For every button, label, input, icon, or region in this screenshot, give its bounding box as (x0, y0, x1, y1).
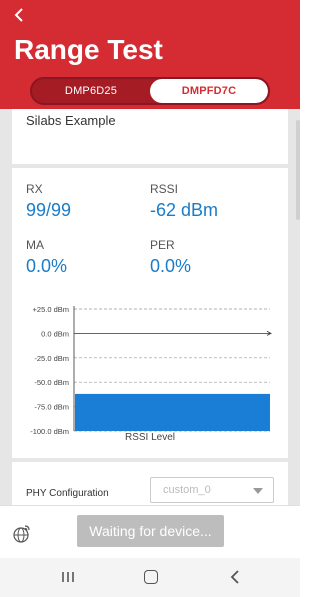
rx-value: 99/99 (26, 200, 72, 220)
scrollbar[interactable] (296, 120, 300, 220)
stats-card: RX 99/99 RSSI -62 dBm MA 0.0% PER 0.0% +… (12, 168, 288, 458)
waiting-for-device-button[interactable]: Waiting for device... (77, 515, 224, 547)
tab-dmpfd7c[interactable]: DMPFD7C (150, 79, 268, 103)
rssi-bar (75, 393, 270, 431)
rssi-value: -62 dBm (150, 200, 219, 220)
rssi-chart: +25.0 dBm 0.0 dBm -25.0 dBm -50.0 dBm -75.0 … (30, 305, 272, 436)
rssi-label: RSSI (150, 182, 179, 196)
app-header: Range Test DMP6D25 DMPFD7C (0, 0, 300, 109)
y-tick-label: -25.0 dBm (34, 354, 69, 363)
nav-back-icon[interactable] (229, 570, 241, 584)
tab-dmp6d25[interactable]: DMP6D25 (32, 79, 150, 103)
network-globe-icon[interactable] (12, 524, 32, 544)
phy-config-label: PHY Configuration (26, 488, 109, 499)
main-content: Silabs Example RX 99/99 RSSI -62 dBm MA … (0, 109, 300, 505)
page-title: Range Test (14, 34, 163, 65)
bottom-bar: Waiting for device... (0, 505, 300, 558)
chevron-left-icon (14, 8, 23, 22)
ma-label: MA (26, 238, 44, 252)
rx-label: RX (26, 182, 43, 196)
info-card: Silabs Example (12, 109, 288, 164)
phy-select-value: custom_0 (163, 484, 211, 496)
per-label: PER (150, 238, 175, 252)
home-icon[interactable] (144, 570, 158, 584)
caret-down-icon (253, 488, 263, 494)
device-tabs: DMP6D25 DMPFD7C (30, 77, 270, 105)
y-tick-label: 0.0 dBm (41, 329, 69, 338)
per-value: 0.0% (150, 256, 192, 276)
y-tick-label: -75.0 dBm (34, 403, 69, 412)
y-tick-label: -50.0 dBm (34, 378, 69, 387)
back-button[interactable] (8, 4, 30, 26)
phy-config-select[interactable]: custom_0 (150, 477, 274, 503)
system-nav-bar (0, 558, 300, 597)
recent-apps-icon[interactable] (61, 571, 75, 583)
y-tick-label: +25.0 dBm (33, 305, 69, 314)
chart-xlabel: RSSI Level (124, 432, 176, 443)
ma-value: 0.0% (26, 256, 68, 276)
phy-card: PHY Configuration custom_0 (12, 462, 288, 505)
example-label: Silabs Example (26, 113, 116, 128)
